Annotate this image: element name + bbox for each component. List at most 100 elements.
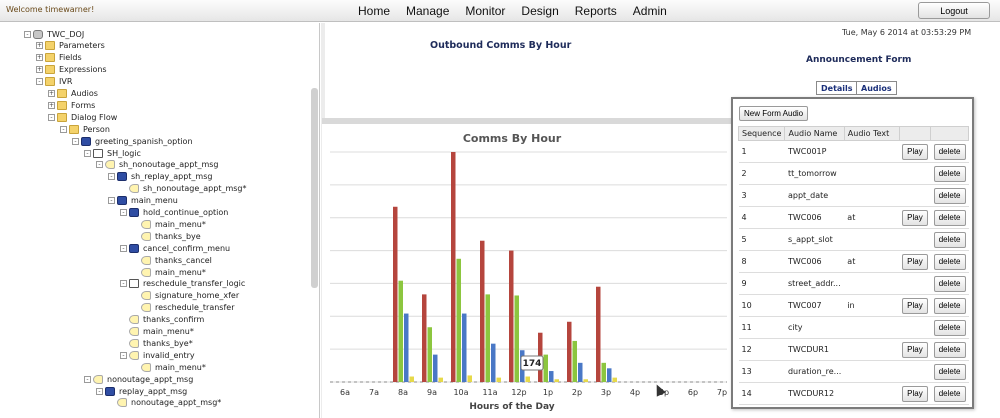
tree-node[interactable]: reschedule_transfer [132,302,234,314]
tree-node[interactable]: + Expressions [36,64,107,76]
tree-node[interactable]: - SH_logic [84,147,141,159]
expand-icon[interactable]: + [36,54,43,62]
nav-manage[interactable]: Manage [400,0,455,22]
tree-node[interactable]: main_menu* [132,361,206,373]
play-button[interactable]: Play [902,253,928,270]
collapse-icon[interactable]: - [96,161,103,169]
tree-node[interactable]: - replay_appt_msg [96,385,187,397]
tree-node[interactable]: - sh_replay_appt_msg [108,171,212,183]
tree-node[interactable]: + Fields [36,52,82,64]
tree-node[interactable]: - invalid_entry [120,349,195,361]
tree-node[interactable]: - TWC_DOJ [24,28,84,40]
audio-name-link[interactable]: TWCDUR12 [784,382,845,405]
audio-name-link[interactable]: city [784,316,845,339]
tree-scrollbar[interactable] [311,88,318,288]
delete-button[interactable]: delete [933,341,966,358]
audio-text-cell [844,228,900,251]
collapse-icon[interactable]: - [36,78,43,86]
tree-node[interactable]: + Audios [48,88,98,100]
delete-button[interactable]: delete [933,363,966,380]
audio-name-link[interactable]: tt_tomorrow [784,162,845,185]
collapse-icon[interactable]: - [48,113,55,121]
collapse-icon[interactable]: - [84,375,91,383]
new-form-audio-button[interactable]: New Form Audio [739,106,809,121]
tree-node[interactable]: sh_nonoutage_appt_msg* [120,183,247,195]
audio-name-link[interactable]: street_addr... [784,272,845,295]
tree-node[interactable]: - cancel_confirm_menu [120,242,230,254]
play-button[interactable]: Play [902,143,928,160]
collapse-icon[interactable]: - [120,351,127,359]
collapse-icon[interactable]: - [72,137,79,145]
tree-node[interactable]: main_menu* [132,266,206,278]
tree-node[interactable]: - IVR [36,76,72,88]
collapse-icon[interactable]: - [120,209,127,216]
tree-node[interactable]: - hold_continue_option [120,207,228,219]
collapse-icon[interactable]: - [60,125,67,133]
tree-node[interactable]: - sh_nonoutage_appt_msg [96,159,219,171]
collapse-icon[interactable]: - [84,149,91,157]
tree-node[interactable]: thanks_confirm [120,314,204,326]
audio-name-link[interactable]: TWCDUR1 [784,338,845,361]
collapse-icon[interactable]: - [96,387,103,395]
delete-button[interactable]: delete [933,253,966,270]
play-button[interactable]: Play [902,385,928,402]
play-cell: Play [899,294,931,317]
tab-audios[interactable]: Audios [856,81,897,95]
play-button[interactable]: Play [902,297,928,314]
collapse-icon[interactable]: - [120,244,127,252]
delete-button[interactable]: delete [933,143,966,160]
tree-node[interactable]: thanks_cancel [132,254,212,266]
delete-button[interactable]: delete [933,297,966,314]
tree-node[interactable]: - Person [60,123,110,135]
tree-node[interactable]: thanks_bye* [120,337,193,349]
audio-name-link[interactable]: TWC001P [784,140,845,163]
tree-node-label: sh_nonoutage_appt_msg [119,160,219,170]
delete-button[interactable]: delete [933,385,966,402]
tree-node[interactable]: nonoutage_appt_msg* [108,397,221,409]
logout-button[interactable]: Logout [918,2,990,19]
expand-icon[interactable]: + [48,101,55,109]
delete-button[interactable]: delete [933,209,966,226]
tree-node[interactable]: - Dialog Flow [48,111,117,123]
play-button[interactable]: Play [902,341,928,358]
audio-name-link[interactable]: TWC007 [784,294,845,317]
collapse-icon[interactable]: - [120,280,127,288]
collapse-icon[interactable]: - [108,197,115,205]
tree-node[interactable]: thanks_bye [132,230,201,242]
tree-node[interactable]: main_menu* [132,218,206,230]
expand-icon[interactable]: + [36,42,43,50]
tree-node[interactable]: - greeting_spanish_option [72,135,193,147]
audio-name-link[interactable]: TWC006 [784,250,845,273]
nav-monitor[interactable]: Monitor [459,0,511,22]
tree-node[interactable]: + Forms [48,99,95,111]
folder-icon [57,112,67,122]
audio-name-link[interactable]: s_appt_slot [784,228,845,251]
delete-button[interactable]: delete [933,187,966,204]
audio-name-link[interactable]: duration_re... [784,360,845,383]
collapse-icon[interactable]: - [24,30,31,38]
delete-button[interactable]: delete [933,165,966,182]
nav-design[interactable]: Design [515,0,564,22]
play-button[interactable]: Play [902,209,928,226]
tree-node[interactable]: - reschedule_transfer_logic [120,278,245,290]
nav-admin[interactable]: Admin [627,0,673,22]
tree-node[interactable]: - main_menu [108,195,178,207]
delete-button[interactable]: delete [933,231,966,248]
expand-icon[interactable]: + [36,66,43,74]
tree-node[interactable]: main_menu* [120,326,194,338]
expand-icon[interactable]: + [48,90,55,97]
tab-details[interactable]: Details [816,81,858,95]
tree-node[interactable]: + Parameters [36,40,105,52]
form-title: Announcement Form [806,55,912,65]
tree-node-label: thanks_bye* [143,338,193,348]
bar [491,343,496,382]
nav-home[interactable]: Home [352,0,396,22]
nav-reports[interactable]: Reports [569,0,623,22]
collapse-icon[interactable]: - [108,173,115,181]
tree-node[interactable]: - nonoutage_appt_msg [84,373,193,385]
delete-button[interactable]: delete [933,319,966,336]
delete-button[interactable]: delete [933,275,966,292]
audio-name-link[interactable]: appt_date [784,184,845,207]
audio-name-link[interactable]: TWC006 [784,206,845,229]
tree-node[interactable]: signature_home_xfer [132,290,239,302]
